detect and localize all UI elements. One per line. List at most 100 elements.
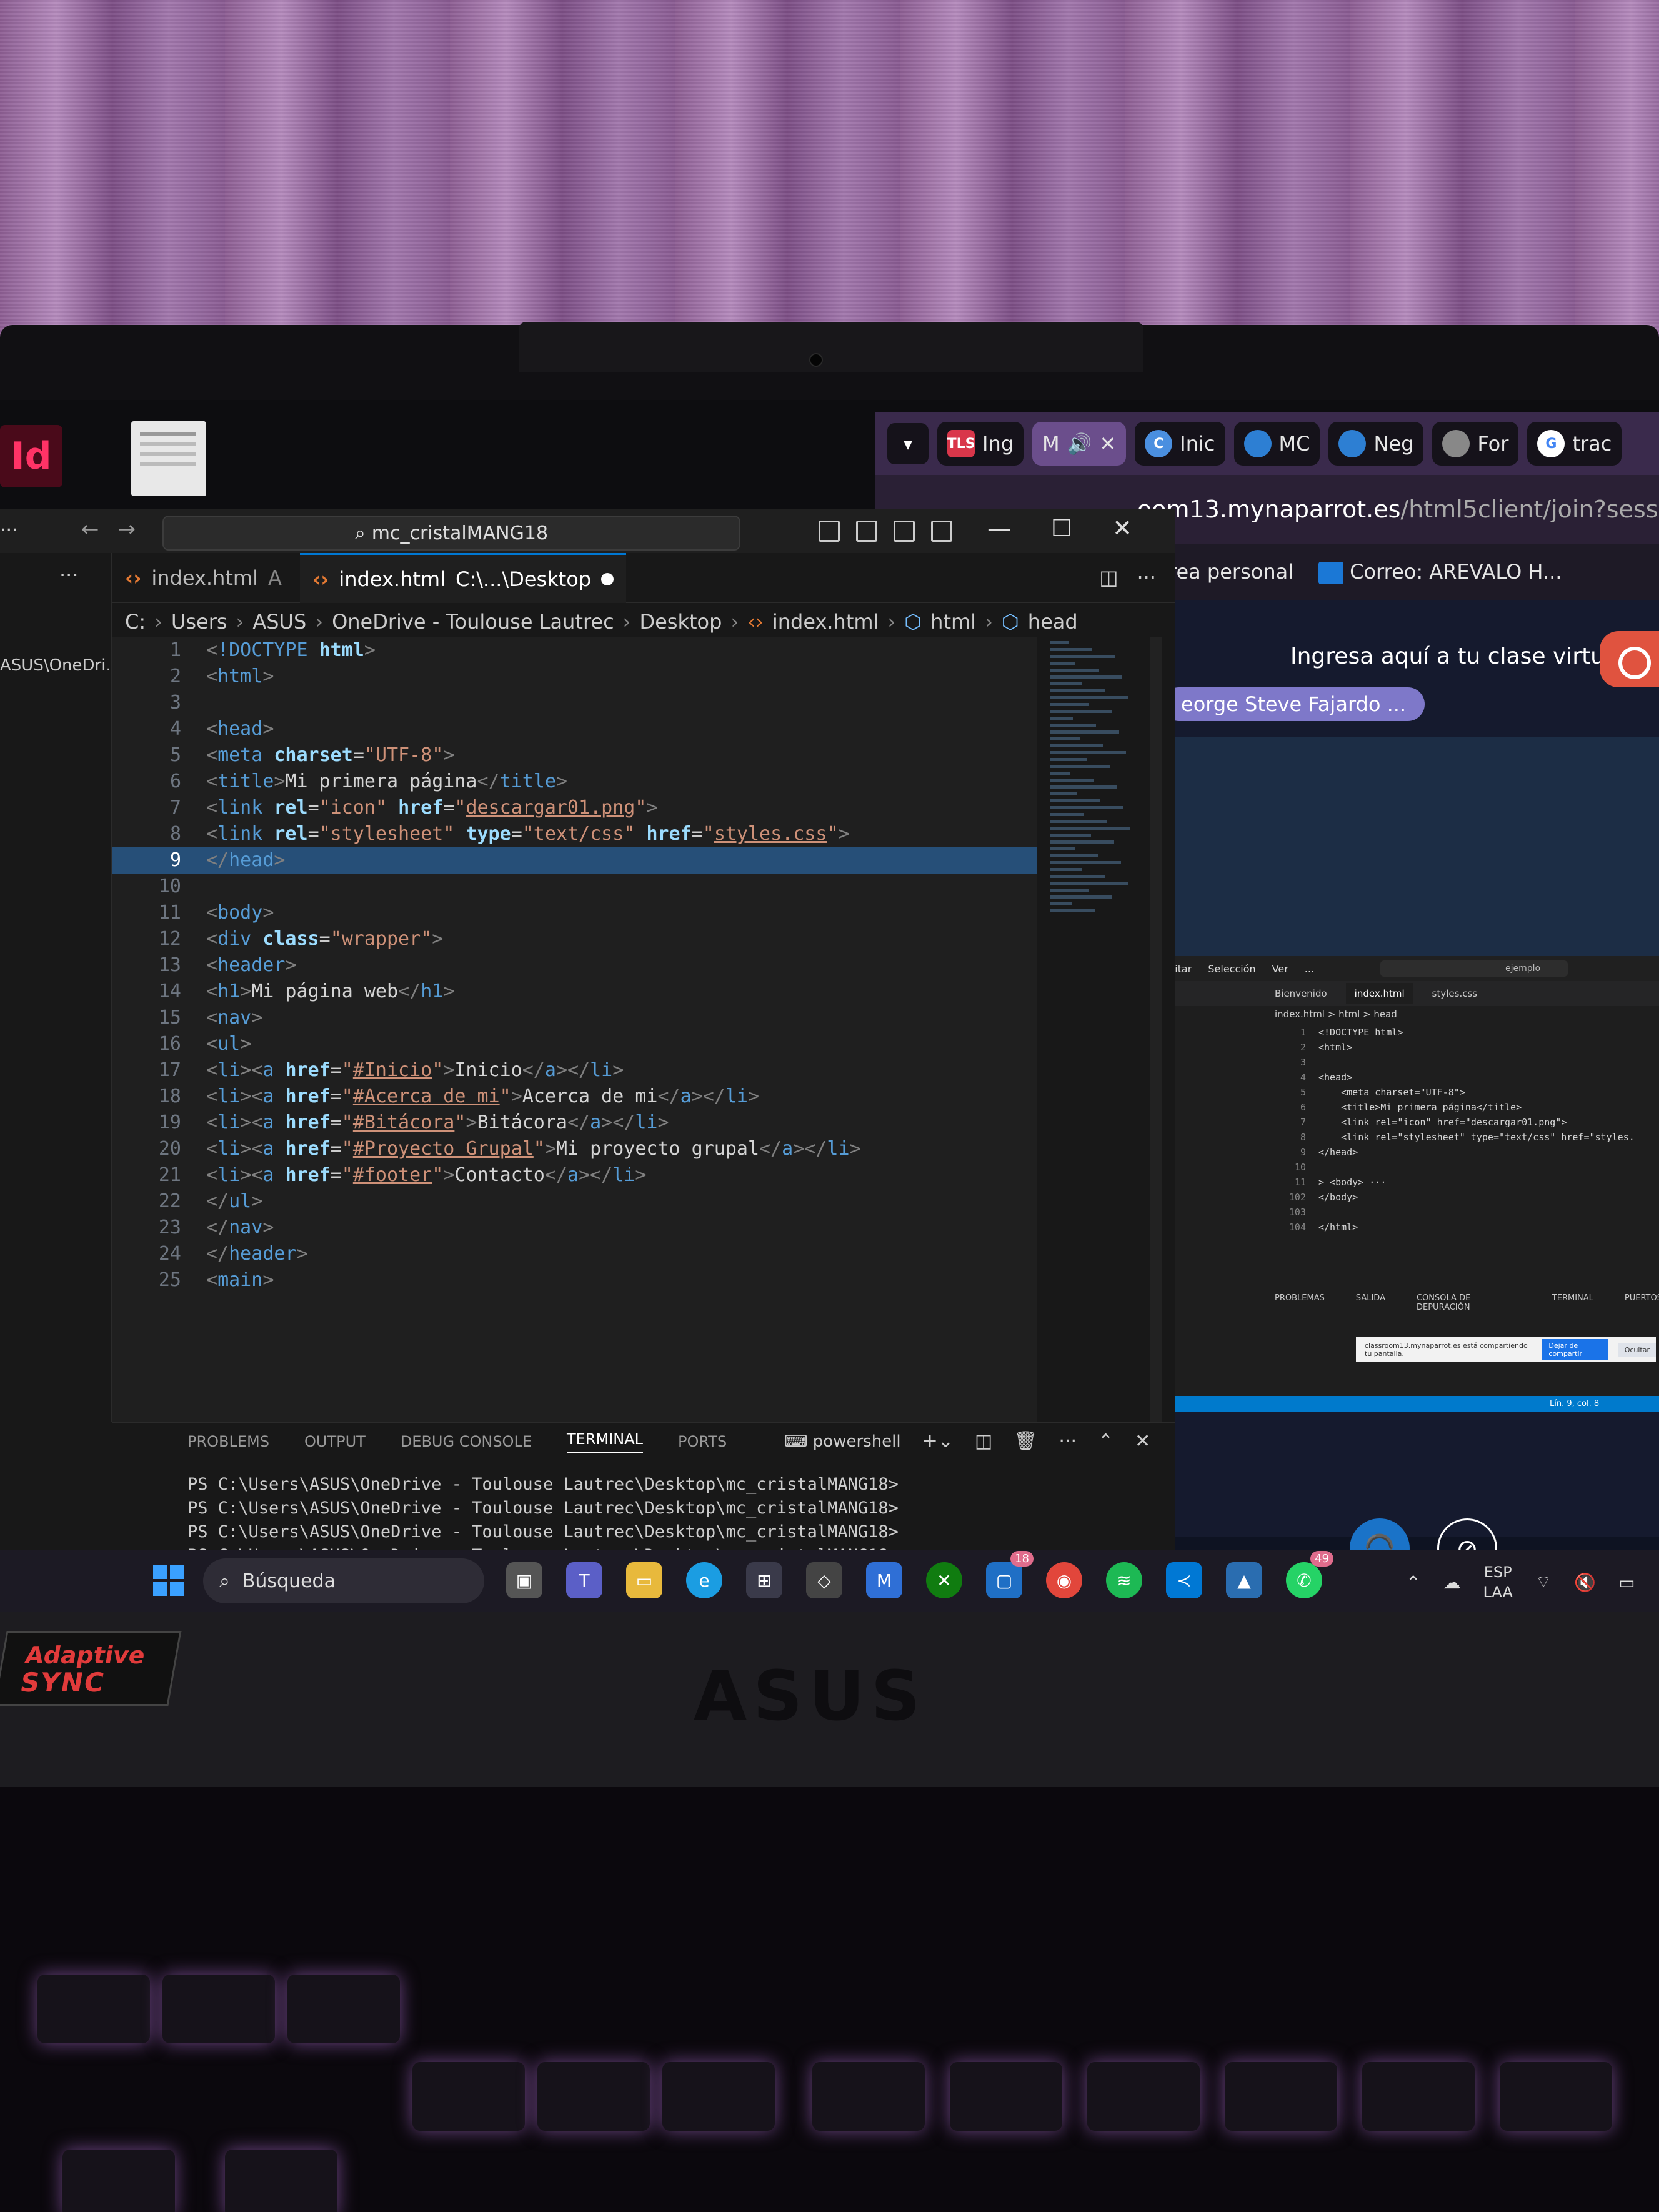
breadcrumb-item[interactable]: head [1028,610,1078,634]
keyboard-key [37,1975,150,2043]
browser-tab[interactable]: Gtrac [1527,422,1622,466]
language-indicator[interactable]: ESP LAA [1483,1562,1512,1602]
tab-terminal[interactable]: TERMINAL [566,1430,644,1453]
taskbar-search[interactable]: ⌕ Búsqueda [203,1558,484,1603]
split-editor-icon[interactable]: ◫ [1099,565,1118,589]
file-explorer-icon[interactable]: ▭ [626,1562,662,1598]
chevron-up-icon[interactable]: ⌃ [1406,1572,1420,1593]
edge-icon[interactable]: e [686,1562,722,1598]
breadcrumb-item[interactable]: html [930,610,976,634]
command-center-search[interactable]: ⌕ mc_cristalMANG18 [162,516,740,551]
maximize-icon[interactable]: ☐ [1051,514,1072,542]
minimize-icon[interactable]: — [987,514,1011,542]
terminal-icon: ⌨ [784,1432,813,1451]
tab-debug-console[interactable]: DEBUG CONSOLE [401,1433,532,1450]
shared-code-line: 2 <html> [1275,1040,1635,1055]
virtual-class-link[interactable]: Ingresa aquí a tu clase virtual [1290,644,1625,669]
line-number: 5 [1300,1087,1306,1098]
teams-icon[interactable]: T [566,1562,602,1598]
tab-ports[interactable]: PORTS [678,1433,727,1450]
wifi-icon[interactable]: ⌔ [1535,1572,1552,1593]
breadcrumb-item[interactable]: index.html [772,610,879,634]
document-desktop-icon[interactable] [131,421,206,496]
split-terminal-icon[interactable]: ◫ [975,1430,992,1452]
nav-arrows-icon[interactable]: ←→ [81,517,154,542]
toggle-panel-icon[interactable] [856,521,877,542]
more-icon[interactable]: ··· [1059,1430,1077,1452]
terminal-line: PS C:\Users\ASUS\OneDrive - Toulouse Lau… [187,1475,899,1494]
browser-tab[interactable]: TLS Ing [937,422,1024,466]
bookmark-item[interactable]: Correo: AREVALO H... [1318,560,1562,584]
minimap[interactable] [1050,637,1137,912]
code-line: 2 <html> [169,665,274,687]
chrome-icon[interactable]: ◉ [1046,1562,1082,1598]
code-editor[interactable]: 1 <!DOCTYPE html> 2 <html> 3 4 <head> 5 <met… [112,637,1037,1422]
customize-layout-icon[interactable] [931,521,952,542]
tab-index-html[interactable]: ‹› index.html A [112,553,294,603]
close-panel-icon[interactable]: ✕ [1135,1430,1150,1452]
more-actions-icon[interactable]: ··· [1137,565,1156,589]
code-line: 23 </nav> [158,1217,274,1238]
tab-output[interactable]: OUTPUT [304,1433,366,1450]
explorer-folder-item[interactable]: ASUS\OneDri... [0,656,121,675]
line-text: <link rel="icon" href="descargar01.png"> [1318,1117,1567,1128]
tab-label: trac [1572,432,1612,456]
browser-tab-active[interactable]: M 🔊 ✕ [1032,422,1127,466]
whatsapp-icon[interactable]: ✆ 49 [1286,1551,1333,1598]
browser-tab[interactable]: C Inic [1135,422,1225,466]
bookmark-item[interactable]: rea personal [1168,560,1293,584]
app-icon[interactable]: M [866,1562,902,1598]
code-line: 16 <ul> [158,1033,252,1055]
toggle-secondary-icon[interactable] [894,521,915,542]
tls-icon: TLS [947,430,975,457]
photos-icon[interactable]: ▲ [1226,1562,1262,1598]
hide-button: Ocultar [1618,1343,1656,1357]
breadcrumb-item[interactable]: C: [125,610,146,634]
tab-label: Inic [1180,432,1215,456]
shared-code: 1 <!DOCTYPE html> 2 <html> 3 4 <head> 5 <meta c… [1275,1025,1635,1235]
tab-suffix: C:\...\Desktop [455,567,592,591]
tab-label: Neg [1373,432,1414,456]
unity-icon[interactable]: ◇ [806,1562,842,1598]
trash-icon[interactable]: 🗑 [1014,1430,1037,1452]
more-icon[interactable]: ··· [59,563,79,587]
share-notification: classroom13.mynaparrot.es está compartie… [1356,1337,1656,1362]
tab-problems[interactable]: PROBLEMS [187,1433,269,1450]
breadcrumb-item[interactable]: ASUS [252,610,306,634]
maximize-panel-icon[interactable]: ⌃ [1098,1430,1113,1452]
shared-code-line: 7 <link rel="icon" href="descargar01.png… [1275,1115,1635,1130]
spotify-icon[interactable]: ≋ [1106,1562,1142,1598]
breadcrumb-item[interactable]: Desktop [639,610,722,634]
tab-index-html-desktop[interactable]: ‹› index.html C:\...\Desktop [300,553,627,603]
windows-start-icon[interactable] [153,1565,184,1596]
search-icon: ⌕ [354,522,366,544]
store-icon[interactable]: ⊞ [746,1562,782,1598]
onedrive-icon[interactable]: ☁ [1443,1572,1460,1593]
tab-search-button[interactable]: ▾ [887,423,929,464]
menu-icon[interactable]: ··· [0,519,18,541]
indesign-desktop-icon[interactable]: Id [0,425,62,487]
task-view-icon[interactable]: ▣ [506,1562,542,1598]
browser-tab[interactable]: MC [1233,422,1320,466]
unsaved-dot-icon[interactable] [601,572,614,585]
browser-tab[interactable]: For [1432,422,1519,466]
teams-chat-icon[interactable]: ▢ 18 [986,1551,1034,1598]
outlook-icon [1318,561,1344,584]
terminal-shell-selector[interactable]: ⌨ powershell [784,1432,901,1451]
battery-icon[interactable]: ▭ [1618,1572,1635,1593]
volume-muted-icon[interactable]: 🔇 [1574,1572,1596,1593]
editor-scrollbar[interactable] [1150,637,1162,1422]
vscode-icon[interactable]: ≺ [1166,1562,1202,1598]
xbox-icon[interactable]: ✕ [926,1562,962,1598]
shared-panel-tab: TERMINAL [1552,1293,1593,1303]
breadcrumb-item[interactable]: OneDrive - Toulouse Lautrec [332,610,614,634]
close-icon[interactable]: ✕ [1112,514,1132,542]
toggle-sidebar-icon[interactable] [819,521,840,542]
new-terminal-icon[interactable]: +⌄ [922,1430,954,1452]
breadcrumb-item[interactable]: Users [171,610,227,634]
record-button[interactable] [1600,631,1659,687]
close-tab-icon[interactable]: ✕ [1099,432,1116,456]
speaker-icon[interactable]: 🔊 [1067,432,1092,456]
code-line: 21 <li><a href="#footer">Contacto</a></li… [158,1164,647,1186]
browser-tab[interactable]: Neg [1328,422,1424,466]
